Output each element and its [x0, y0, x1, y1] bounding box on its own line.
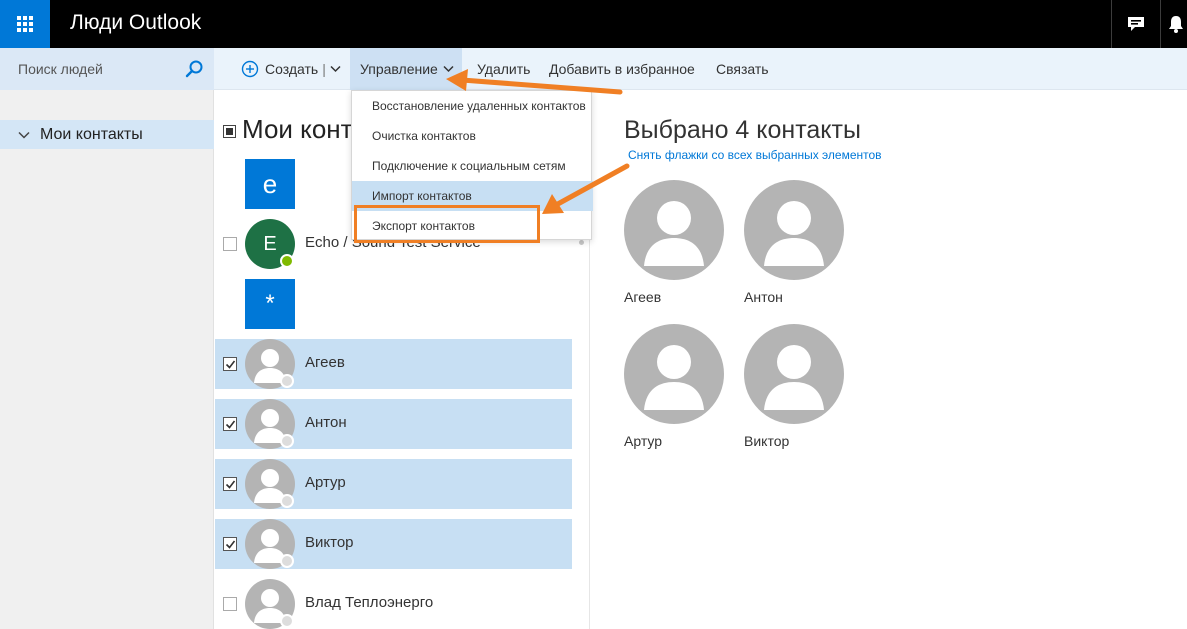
select-all-checkbox[interactable]	[223, 125, 236, 138]
feedback-button[interactable]	[1112, 0, 1160, 48]
manage-label: Управление	[360, 61, 438, 77]
checkmark-icon	[225, 420, 236, 429]
list-item[interactable]: Антон	[215, 399, 572, 449]
row-checkbox[interactable]	[223, 237, 237, 251]
nav-item-label: Мои контакты	[40, 125, 143, 143]
selection-title: Выбрано 4 контакты	[624, 116, 861, 144]
app-title: Люди Outlook	[70, 11, 202, 34]
avatar	[624, 180, 724, 280]
command-bar: Поиск людей Создать | Управление Удалить…	[0, 48, 1187, 90]
app-header: Люди Outlook	[0, 0, 1187, 48]
contact-name: Антон	[305, 414, 347, 431]
contact-card-name: Виктор	[744, 433, 790, 449]
clear-selection-link[interactable]: Снять флажки со всех выбранных элементов	[628, 148, 882, 162]
nav-item-my-contacts[interactable]: Мои контакты	[0, 120, 214, 149]
contact-name: Агеев	[305, 354, 345, 371]
delete-label: Удалить	[477, 61, 531, 77]
list-item[interactable]: Виктор	[215, 519, 572, 569]
add-favorite-label: Добавить в избранное	[549, 61, 695, 77]
manage-button[interactable]: Управление	[350, 48, 462, 90]
contact-card[interactable]: Виктор	[744, 324, 844, 449]
row-checkbox[interactable]	[223, 357, 237, 371]
plus-circle-icon	[241, 60, 259, 78]
contact-card-name: Антон	[744, 289, 783, 305]
row-checkbox[interactable]	[223, 537, 237, 551]
add-favorite-button[interactable]: Добавить в избранное	[549, 48, 695, 90]
contact-card[interactable]: Артур	[624, 324, 724, 449]
contact-name: Артур	[305, 474, 346, 491]
row-checkbox[interactable]	[223, 417, 237, 431]
create-label: Создать	[265, 61, 319, 77]
presence-indicator	[280, 374, 294, 388]
presence-indicator	[280, 434, 294, 448]
avatar	[744, 324, 844, 424]
avatar	[624, 324, 724, 424]
chat-icon	[1128, 17, 1144, 31]
search-input[interactable]: Поиск людей	[18, 61, 103, 77]
contact-name: Виктор	[305, 534, 354, 551]
presence-indicator	[280, 554, 294, 568]
checkmark-icon	[225, 540, 236, 549]
app-launcher-button[interactable]	[0, 0, 50, 48]
person-icon	[644, 201, 704, 266]
contact-card[interactable]: Агеев	[624, 180, 724, 305]
presence-indicator	[280, 494, 294, 508]
waffle-icon	[17, 16, 33, 32]
list-item[interactable]: Агеев	[215, 339, 572, 389]
contact-tile: *	[245, 279, 295, 329]
list-title: Мои конт	[242, 114, 353, 144]
list-item[interactable]: Артур	[215, 459, 572, 509]
contact-tile: e	[245, 159, 295, 209]
search-icon[interactable]	[184, 59, 204, 79]
contact-name: Влад Теплоэнерго	[305, 594, 434, 611]
presence-indicator	[280, 614, 294, 628]
presence-indicator	[280, 254, 294, 268]
checkmark-icon	[225, 480, 236, 489]
list-item[interactable]: *	[215, 279, 572, 329]
row-checkbox[interactable]	[223, 597, 237, 611]
menu-item-clean-up[interactable]: Очистка контактов	[352, 121, 593, 151]
contact-card-name: Артур	[624, 433, 663, 449]
person-icon	[764, 201, 824, 266]
contact-card-name: Агеев	[624, 289, 662, 305]
link-button[interactable]: Связать	[716, 48, 769, 90]
chevron-down-icon[interactable]	[18, 131, 30, 139]
bell-icon	[1169, 16, 1183, 33]
menu-item-social-networks[interactable]: Подключение к социальным сетям	[352, 151, 593, 181]
search-box[interactable]: Поиск людей	[0, 48, 214, 90]
create-button[interactable]: Создать |	[241, 48, 341, 90]
export-highlight-box	[354, 205, 540, 243]
row-checkbox[interactable]	[223, 477, 237, 491]
notifications-button[interactable]	[1161, 0, 1187, 48]
folder-pane: Мои контакты	[0, 90, 214, 629]
avatar	[744, 180, 844, 280]
person-icon	[764, 345, 824, 410]
checkmark-icon	[225, 360, 236, 369]
contact-card[interactable]: Антон	[744, 180, 844, 305]
menu-item-restore-deleted[interactable]: Восстановление удаленных контактов	[352, 91, 593, 121]
split-divider: |	[322, 61, 326, 77]
chevron-down-icon	[443, 65, 454, 73]
list-item[interactable]: Влад Теплоэнерго	[215, 579, 572, 629]
chevron-down-icon[interactable]	[330, 65, 341, 73]
person-icon	[644, 345, 704, 410]
link-label: Связать	[716, 61, 769, 77]
delete-button[interactable]: Удалить	[477, 48, 530, 90]
